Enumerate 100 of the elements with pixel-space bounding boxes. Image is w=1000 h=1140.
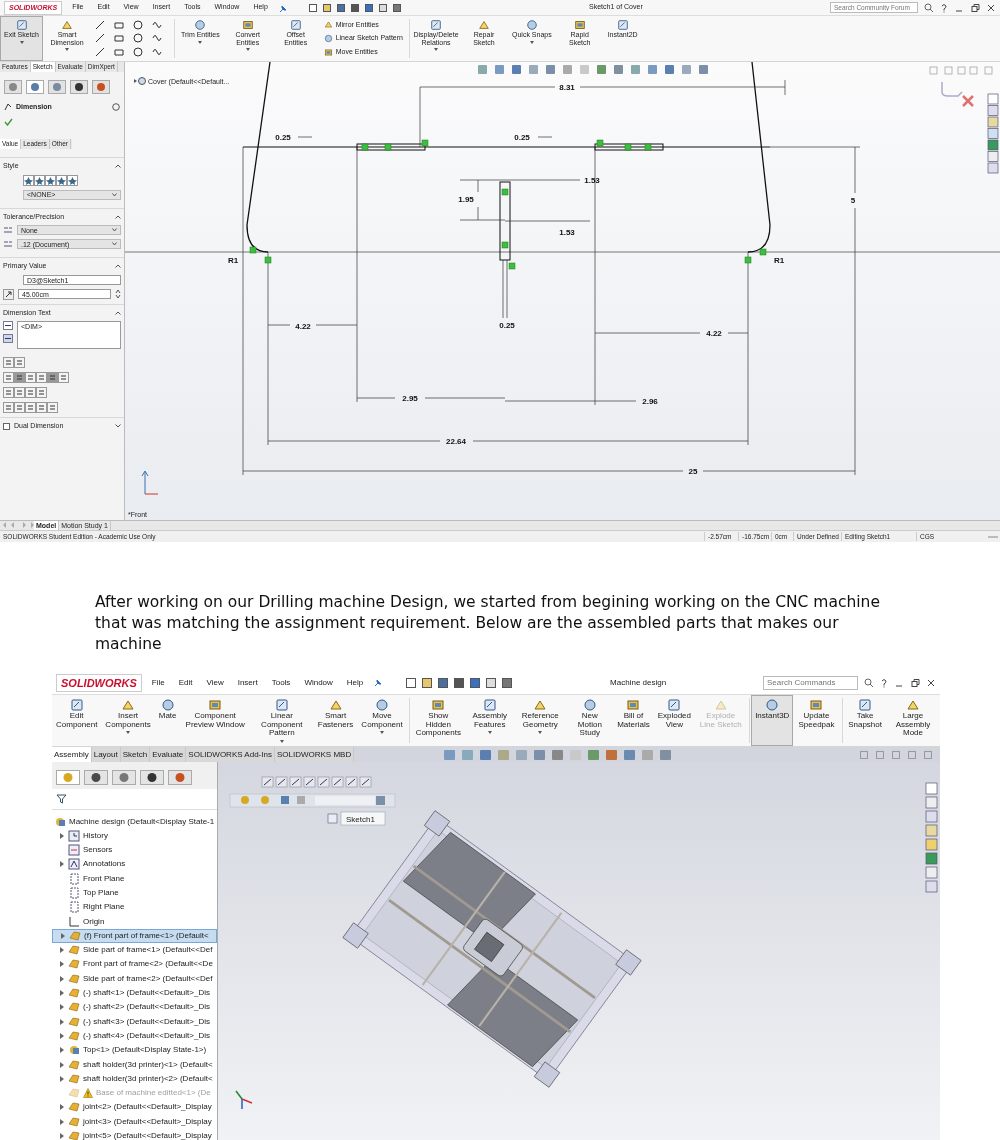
close-icon[interactable] [986, 2, 996, 13]
tree-item[interactable]: Sensors [52, 842, 217, 858]
panel-tab-icon[interactable] [140, 770, 164, 786]
search-icon[interactable] [924, 2, 934, 13]
tree-item[interactable]: shaft holder(3d printer)<1> (Default< [52, 1057, 217, 1072]
tree-item[interactable]: shaft holder(3d printer)<2> (Default< [52, 1071, 217, 1086]
dimension-label[interactable]: 2.96 [642, 397, 658, 406]
toolbar-icon[interactable] [485, 676, 498, 689]
ribbon-tab[interactable]: Evaluate [150, 747, 187, 763]
relation-marker[interactable] [501, 241, 509, 249]
style-icon[interactable] [56, 174, 67, 186]
format-icon[interactable] [14, 372, 25, 383]
close-icon[interactable] [926, 677, 936, 688]
sketch-tool-icon[interactable] [95, 46, 105, 57]
ribbon-tab[interactable]: SOLIDWORKS MBD [274, 747, 355, 763]
dimension-label[interactable]: 2.95 [402, 394, 418, 403]
filter-icon[interactable] [56, 794, 68, 805]
ribbon-tab[interactable]: Layout [91, 747, 121, 763]
menu-item[interactable]: Edit [174, 676, 197, 689]
tree-flyout-item[interactable] [134, 77, 146, 85]
toolbar-icon[interactable] [501, 676, 514, 689]
style-icon[interactable] [67, 174, 78, 186]
restore-icon[interactable] [910, 677, 920, 688]
toolbar-icon[interactable] [349, 2, 360, 13]
tree-item[interactable]: (-) shaft<1> (Default<<Default>_Dis [52, 985, 217, 1001]
tree-item[interactable]: Side part of frame<2> (Default<<Def [52, 971, 217, 986]
breadcrumb-bar[interactable] [229, 794, 396, 808]
task-pane-tab[interactable] [987, 151, 999, 162]
dimension-label[interactable]: R1 [773, 256, 785, 265]
collapse-icon[interactable] [115, 264, 121, 269]
relation-marker[interactable] [264, 256, 272, 264]
task-pane-tab[interactable] [987, 128, 999, 139]
format-icon[interactable] [36, 372, 47, 383]
tree-item[interactable]: Top<1> (Default<Display State-1>) [52, 1043, 217, 1058]
checkbox[interactable] [3, 422, 10, 430]
toolbar-icon[interactable] [321, 2, 332, 13]
format-icon[interactable] [58, 372, 69, 383]
sketch-tool-icon[interactable] [114, 46, 124, 57]
relation-marker[interactable] [744, 256, 752, 264]
ribbon-button[interactable]: Mate [154, 694, 181, 747]
ribbon-button[interactable]: Assembly Features [465, 694, 515, 747]
format-icon[interactable] [3, 402, 14, 413]
tree-item[interactable]: History [52, 828, 217, 843]
text-icon[interactable] [3, 321, 13, 330]
relation-marker[interactable] [249, 246, 257, 254]
format-icon[interactable] [36, 387, 47, 398]
toolbar-icon[interactable] [437, 676, 450, 689]
task-pane-tab[interactable] [925, 853, 938, 865]
relation-marker[interactable] [361, 143, 369, 151]
format-icon[interactable] [3, 357, 14, 368]
sketch-tool-icon[interactable] [95, 33, 105, 44]
dimension-label[interactable]: 8.31 [559, 83, 575, 92]
sketch-label[interactable]: Sketch1 [346, 815, 375, 825]
dimension-label[interactable]: 0.25 [499, 321, 515, 330]
format-icon[interactable] [14, 357, 25, 368]
task-pane-tab[interactable] [987, 162, 999, 174]
dimension-label[interactable]: 22.64 [446, 437, 466, 446]
ribbon-button[interactable]: Take Snapshot [844, 694, 886, 747]
tree-item[interactable]: Front Plane [52, 871, 217, 886]
ribbon-button[interactable]: Exploded View [653, 694, 695, 747]
task-pane-tab[interactable] [925, 867, 938, 879]
format-icon[interactable] [25, 372, 36, 383]
ribbon-button[interactable]: Move Component [357, 694, 407, 747]
spinner-icon[interactable] [115, 289, 121, 299]
format-icon[interactable] [25, 402, 36, 413]
dimension-label[interactable]: 1.53 [559, 228, 575, 237]
toolbar-icon[interactable] [405, 676, 418, 689]
task-pane-tab[interactable] [987, 116, 999, 128]
tree-item[interactable]: Annotations [52, 857, 217, 872]
format-icon[interactable] [14, 402, 25, 413]
search-field[interactable]: Search Commands [763, 675, 858, 690]
sketch-tool-icon[interactable] [133, 46, 143, 57]
relation-marker[interactable] [759, 248, 767, 256]
dimension-label[interactable]: R1 [227, 256, 239, 265]
restore-icon[interactable] [970, 2, 980, 13]
ribbon-button[interactable]: Show Hidden Components [411, 694, 466, 747]
relation-marker[interactable] [596, 139, 604, 147]
dimension-label[interactable]: 4.22 [295, 322, 311, 331]
ribbon-button[interactable]: Component Preview Window [180, 694, 250, 747]
style-icon[interactable] [34, 174, 45, 186]
relation-marker[interactable] [624, 143, 632, 151]
ribbon-button[interactable]: Linear Component Pattern [249, 694, 314, 747]
help-icon[interactable] [880, 677, 888, 688]
format-icon[interactable] [36, 402, 47, 413]
menu-item[interactable]: Tools [267, 676, 295, 689]
task-pane-tab[interactable] [987, 139, 999, 151]
relation-marker[interactable] [508, 262, 516, 270]
search-icon[interactable] [864, 677, 874, 688]
ribbon-button[interactable]: Instant3D [751, 694, 794, 747]
relation-marker[interactable] [384, 143, 392, 151]
task-pane-tab[interactable] [925, 881, 938, 893]
format-icon[interactable] [14, 387, 25, 398]
tree-item[interactable]: Top Plane [52, 885, 217, 901]
sketch-tool-icon[interactable] [114, 33, 124, 44]
relation-marker[interactable] [644, 143, 652, 151]
dimension-label[interactable]: 5 [850, 196, 856, 205]
dimension-label[interactable]: 0.25 [514, 133, 530, 142]
menu-item[interactable]: Window [300, 676, 337, 689]
task-pane-tab[interactable] [925, 783, 938, 795]
collapse-icon[interactable] [115, 214, 121, 219]
